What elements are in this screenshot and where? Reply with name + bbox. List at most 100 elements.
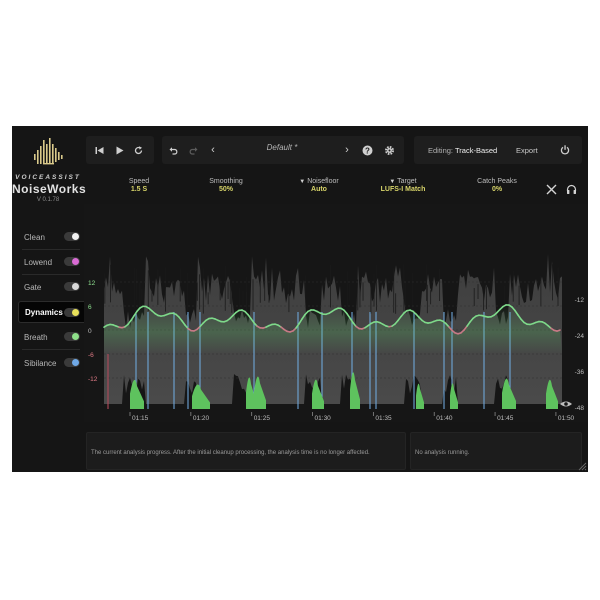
redo-button[interactable] xyxy=(186,143,200,157)
analysis-progress-text: The current analysis progress. After the… xyxy=(91,450,370,456)
settings-button[interactable] xyxy=(382,143,396,157)
logo: VOICEASSIST NoiseWorks V 0.1.78 xyxy=(12,130,87,203)
time-tick-label: 01:25 xyxy=(254,415,271,422)
param-value: Auto xyxy=(311,186,327,193)
editing-label: Editing: xyxy=(428,146,454,155)
loop-button[interactable] xyxy=(131,143,145,157)
param-label: Smoothing xyxy=(209,178,243,185)
left-axis-tick-label: 12 xyxy=(88,280,96,287)
module-breath[interactable]: Breath xyxy=(18,326,84,348)
preset-panel: ‹ Default * › ? xyxy=(162,136,404,164)
time-tick-label: 01:20 xyxy=(193,415,210,422)
waveform-logo-icon xyxy=(34,138,63,165)
right-axis-tick-label: -12 xyxy=(575,297,585,304)
module-label: Dynamics xyxy=(25,307,63,317)
dropdown-triangle-icon: ▼ xyxy=(389,179,396,185)
divider xyxy=(22,249,80,250)
undo-button[interactable] xyxy=(166,143,180,157)
skip-back-button[interactable] xyxy=(92,143,106,157)
smoothing-control[interactable]: Smoothing 50% xyxy=(196,178,256,193)
help-icon: ? xyxy=(362,145,372,155)
eye-pupil xyxy=(564,402,568,406)
analysis-status-text: No analysis running. xyxy=(415,450,470,456)
headphones-icon xyxy=(566,184,576,194)
module-toggle[interactable] xyxy=(64,358,80,367)
toggle-knob xyxy=(72,233,79,240)
left-axis-tick-label: 0 xyxy=(88,328,92,335)
noisefloor-dropdown[interactable]: ▼ Noisefloor Auto xyxy=(286,178,352,193)
module-toggle[interactable] xyxy=(64,282,80,291)
undo-icon xyxy=(169,146,177,155)
graph-canvas: 12 6 0 -6 -12 -12 -24 -36 -48 01:15 01:20 01:25 01:3… xyxy=(84,204,588,422)
param-label: Noisefloor xyxy=(307,178,339,185)
param-value: 50% xyxy=(218,186,233,193)
module-toggle[interactable] xyxy=(64,332,80,341)
module-dynamics[interactable]: Dynamics xyxy=(18,301,84,323)
right-axis-tick-label: -48 xyxy=(575,405,585,412)
module-clean[interactable]: Clean xyxy=(18,226,84,248)
next-preset-button[interactable]: › xyxy=(340,143,354,157)
brand-name: NoiseWorks xyxy=(12,182,87,196)
toggle-knob xyxy=(72,359,79,366)
param-label: Catch Peaks xyxy=(477,178,517,185)
skip-back-icon xyxy=(95,146,103,154)
param-label: Target xyxy=(397,178,417,185)
play-button[interactable] xyxy=(112,143,126,157)
editing-mode-value: Track-Based xyxy=(454,146,498,155)
toggle-knob xyxy=(72,333,79,340)
dropdown-triangle-icon: ▼ xyxy=(299,179,306,185)
module-label: Sibilance xyxy=(24,358,57,368)
play-icon xyxy=(116,146,123,154)
power-icon xyxy=(560,145,570,155)
module-lowend[interactable]: Lowend xyxy=(18,251,84,273)
headphones-button[interactable] xyxy=(564,182,578,196)
module-sibilance[interactable]: Sibilance xyxy=(18,352,84,374)
param-value: 1.5 S xyxy=(130,186,148,193)
editing-panel: Editing: Track-Based Export xyxy=(414,136,582,164)
toggle-knob xyxy=(72,258,79,265)
left-axis-tick-label: -12 xyxy=(88,376,98,383)
left-axis-tick-label: -6 xyxy=(88,352,94,359)
analysis-progress-panel: The current analysis progress. After the… xyxy=(86,432,406,470)
module-toggle[interactable] xyxy=(64,232,80,241)
help-button[interactable]: ? xyxy=(360,143,374,157)
time-tick-label: 01:15 xyxy=(132,415,149,422)
time-tick-label: 01:50 xyxy=(558,415,575,422)
version-label: V 0.1.78 xyxy=(36,197,60,203)
gear-icon xyxy=(384,145,394,155)
module-gate[interactable]: Gate xyxy=(18,276,84,298)
divider xyxy=(22,274,80,275)
speed-control[interactable]: Speed 1.5 S xyxy=(114,178,164,193)
chevron-right-icon: › xyxy=(345,144,349,156)
power-button[interactable] xyxy=(558,143,572,157)
svg-text:?: ? xyxy=(365,146,370,155)
export-button[interactable]: Export xyxy=(516,146,538,155)
time-tick-label: 01:45 xyxy=(497,415,514,422)
gain-curve-segment xyxy=(556,329,561,332)
time-tick-label: 01:35 xyxy=(375,415,392,422)
module-label: Clean xyxy=(24,232,45,242)
dynamics-graph[interactable]: 12 6 0 -6 -12 -12 -24 -36 -48 01:15 01:20 01:25 01:3… xyxy=(84,204,588,422)
module-toggle[interactable] xyxy=(64,308,80,317)
toggle-knob xyxy=(72,283,79,290)
target-dropdown[interactable]: ▼ Target LUFS-I Match xyxy=(368,178,438,193)
close-button[interactable] xyxy=(544,182,558,196)
module-toggle[interactable] xyxy=(64,257,80,266)
toggle-knob xyxy=(72,309,79,316)
preset-name[interactable]: Default * xyxy=(202,143,362,152)
editing-mode-selector[interactable]: Editing: Track-Based xyxy=(428,146,497,155)
sidebar: VOICEASSIST NoiseWorks V 0.1.78 Clean Lo… xyxy=(12,126,87,472)
time-tick-label: 01:40 xyxy=(436,415,453,422)
close-icon xyxy=(546,184,556,194)
module-label: Breath xyxy=(24,332,48,342)
param-label: Speed xyxy=(128,178,150,185)
divider xyxy=(22,349,80,350)
catch-peaks-control[interactable]: Catch Peaks 0% xyxy=(464,178,530,193)
resize-handle-icon[interactable] xyxy=(578,462,587,471)
param-value: 0% xyxy=(491,186,503,193)
parameter-row: Speed 1.5 S Smoothing 50% ▼ Noisefloor A… xyxy=(84,170,588,204)
param-value: LUFS-I Match xyxy=(380,186,426,193)
transport-panel xyxy=(86,136,154,164)
time-tick-label: 01:30 xyxy=(315,415,332,422)
analysis-status-panel: No analysis running. xyxy=(410,432,582,470)
